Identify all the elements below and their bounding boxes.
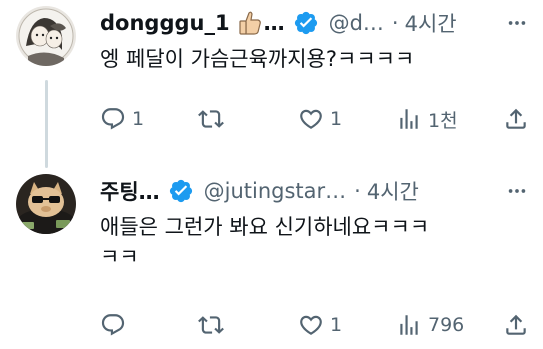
display-name[interactable]: 주팅… bbox=[100, 176, 160, 206]
like-button[interactable]: 1 bbox=[298, 312, 342, 338]
tweet-reply-2[interactable]: 주팅… @jutingstar… · 4시간 애들은 그런가 봐요 신기하네요ㅋ… bbox=[0, 170, 543, 349]
timestamp[interactable]: 4시간 bbox=[405, 8, 457, 38]
avatar[interactable] bbox=[16, 6, 76, 66]
avatar-cat-sunglasses-icon bbox=[16, 174, 76, 234]
reply-icon bbox=[101, 314, 125, 336]
share-icon bbox=[506, 108, 526, 129]
retweet-button[interactable] bbox=[198, 312, 230, 338]
retweet-button[interactable] bbox=[198, 106, 230, 132]
retweet-icon bbox=[198, 110, 224, 128]
views-icon bbox=[400, 315, 418, 335]
share-button[interactable] bbox=[503, 312, 529, 338]
handle[interactable]: @d… bbox=[329, 11, 384, 35]
separator-dot: · bbox=[354, 179, 361, 203]
separator-dot: · bbox=[391, 11, 399, 35]
avatar-illustration-icon bbox=[16, 6, 76, 66]
heart-icon bbox=[300, 109, 322, 129]
heart-icon bbox=[300, 315, 322, 335]
thumbs-up-icon bbox=[238, 10, 262, 36]
share-button[interactable] bbox=[503, 106, 529, 132]
like-count: 1 bbox=[330, 314, 343, 336]
tweet-text: 엥 페달이 가슴근육까지용?ㅋㅋㅋㅋ bbox=[100, 47, 415, 71]
verified-badge-icon bbox=[293, 10, 319, 36]
like-count: 1 bbox=[330, 108, 343, 130]
timestamp[interactable]: 4시간 bbox=[367, 176, 419, 206]
more-icon[interactable] bbox=[505, 11, 529, 35]
avatar[interactable] bbox=[16, 174, 76, 234]
tweet-header: dongggu_1 … @d… · 4시간 bbox=[100, 6, 529, 40]
action-bar: 1 1 1천 bbox=[100, 101, 529, 137]
retweet-icon bbox=[198, 316, 224, 334]
more-icon[interactable] bbox=[505, 179, 529, 203]
reply-button[interactable]: 1 bbox=[100, 106, 144, 132]
reply-icon bbox=[101, 108, 125, 130]
tweet-header: 주팅… @jutingstar… · 4시간 bbox=[100, 174, 529, 208]
views-count: 1천 bbox=[428, 109, 458, 132]
views-icon bbox=[400, 109, 418, 129]
handle[interactable]: @jutingstar… bbox=[204, 179, 347, 203]
views-count: 796 bbox=[428, 314, 465, 336]
reply-button[interactable] bbox=[100, 312, 132, 338]
views-button[interactable]: 1천 bbox=[396, 106, 458, 133]
action-bar: 1 796 bbox=[100, 307, 529, 343]
verified-badge-icon bbox=[168, 178, 194, 204]
tweet-text: 애들은 그런가 봐요 신기하네요ㅋㅋㅋ ㅋㅋ bbox=[100, 215, 430, 269]
tweet-reply-1[interactable]: dongggu_1 … @d… · 4시간 엥 페달이 가슴근육까지용?ㅋㅋㅋㅋ… bbox=[0, 0, 543, 170]
display-name[interactable]: dongggu_1 bbox=[100, 11, 230, 35]
views-button[interactable]: 796 bbox=[396, 312, 464, 338]
like-button[interactable]: 1 bbox=[298, 106, 342, 132]
share-icon bbox=[506, 314, 526, 335]
reply-count: 1 bbox=[132, 108, 145, 130]
name-ellipsis: … bbox=[263, 11, 285, 35]
